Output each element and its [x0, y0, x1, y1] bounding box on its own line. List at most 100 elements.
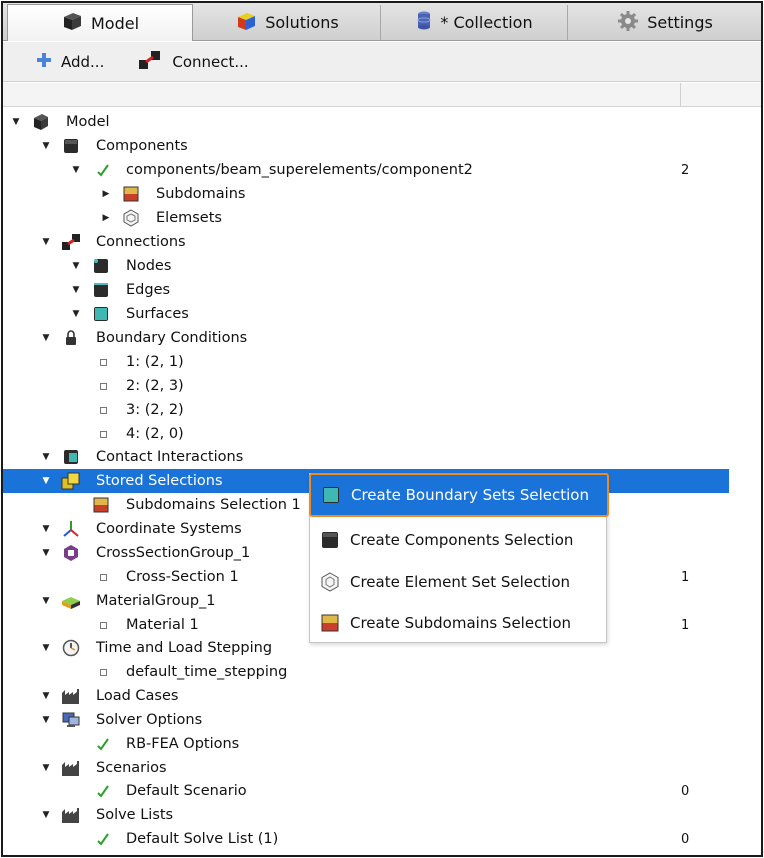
chevron-down-icon[interactable]: ▼	[41, 763, 51, 773]
chevron-down-icon[interactable]: ▼	[71, 165, 81, 175]
subdomain-cube-icon	[320, 613, 340, 633]
tab-collection[interactable]: * Collection	[382, 5, 568, 40]
checkmark-doc-icon	[93, 734, 113, 754]
chevron-down-icon[interactable]: ▼	[11, 117, 21, 127]
tab-label: Model	[90, 13, 140, 33]
chevron-down-icon[interactable]: ▼	[41, 810, 51, 820]
chevron-down-icon[interactable]: ▼	[41, 524, 51, 534]
tree-row-label: Boundary Conditions	[96, 330, 248, 346]
connect-icon	[61, 232, 81, 252]
tree-row-label: CrossSectionGroup_1	[96, 545, 251, 561]
cross-section-icon	[61, 543, 81, 563]
tab-bar: Model Solutions * Collection Settings	[3, 3, 761, 41]
tab-label: Solutions	[265, 13, 339, 32]
tree-row-label: Nodes	[126, 258, 172, 274]
tree-row-scenarios[interactable]: ▼ Scenarios	[3, 756, 761, 780]
tree-row-bc-3[interactable]: 3: (2, 2)	[3, 398, 761, 422]
tree-row-label: Solve Lists	[96, 807, 174, 823]
tree-row-value: 1	[681, 569, 690, 585]
menu-item-label: Create Boundary Sets Selection	[351, 486, 589, 504]
tree-row-label: 3: (2, 2)	[126, 402, 184, 418]
subdomain-cube-icon	[91, 495, 111, 515]
chevron-right-icon[interactable]: ▶	[101, 213, 111, 223]
clock-icon	[61, 638, 81, 658]
tree-row-boundary-conditions[interactable]: ▼ Boundary Conditions	[3, 326, 761, 350]
chevron-down-icon[interactable]: ▼	[41, 643, 51, 653]
plus-icon	[37, 52, 51, 71]
tree-row-components[interactable]: ▼ Components	[3, 134, 761, 158]
tree-row-label: Cross-Section 1	[126, 569, 239, 585]
tree-row-bc-2[interactable]: 2: (2, 3)	[3, 374, 761, 398]
connect-button-label: Connect...	[172, 52, 249, 71]
tree-row-elemsets[interactable]: ▶ Elemsets	[3, 206, 761, 230]
menu-item-create-subdomains-selection[interactable]: Create Subdomains Selection	[310, 603, 606, 643]
tree-row-model[interactable]: ▼ Model	[3, 110, 761, 134]
checkmark-doc-icon	[93, 829, 113, 849]
checkmark-doc-icon	[93, 781, 113, 801]
add-button[interactable]: Add...	[37, 52, 104, 71]
tree-row-solver-options[interactable]: ▼ Solver Options	[3, 708, 761, 732]
app-window: Model Solutions * Collection Settings Ad…	[1, 1, 763, 857]
chevron-down-icon[interactable]: ▼	[41, 476, 51, 486]
menu-item-label: Create Element Set Selection	[350, 573, 571, 591]
tree-row-default-solve-list[interactable]: Default Solve List (1) 0	[3, 827, 761, 851]
header-separator	[680, 83, 681, 107]
menu-item-create-components-selection[interactable]: Create Components Selection	[310, 520, 606, 560]
tree-row-surfaces[interactable]: ▼ Surfaces	[3, 302, 761, 326]
tab-solutions[interactable]: Solutions	[194, 5, 381, 40]
tab-label: Settings	[647, 13, 713, 32]
chevron-down-icon[interactable]: ▼	[41, 333, 51, 343]
tree-row-component2[interactable]: ▼ components/beam_superelements/componen…	[3, 158, 761, 182]
chevron-down-icon[interactable]: ▼	[41, 548, 51, 558]
context-menu: Create Boundary Sets Selection Create Co…	[309, 473, 609, 643]
tree-row-default-scenario[interactable]: Default Scenario 0	[3, 779, 761, 803]
collection-database-icon	[416, 10, 432, 36]
chevron-down-icon[interactable]: ▼	[71, 285, 81, 295]
settings-gear-icon	[617, 10, 639, 36]
chevron-down-icon[interactable]: ▼	[41, 141, 51, 151]
tree-row-default-time-stepping[interactable]: default_time_stepping	[3, 660, 761, 684]
tree-row-subdomains[interactable]: ▶ Subdomains	[3, 182, 761, 206]
tree-row-edges[interactable]: ▼ Edges	[3, 278, 761, 302]
menu-item-label: Create Components Selection	[350, 531, 574, 549]
chevron-right-icon[interactable]: ▶	[101, 189, 111, 199]
tab-settings[interactable]: Settings	[569, 5, 761, 40]
tree-row-contact-interactions[interactable]: ▼ Contact Interactions	[3, 445, 761, 469]
tree-row-label: Coordinate Systems	[96, 521, 242, 537]
tree-row-bc-1[interactable]: 1: (2, 1)	[3, 350, 761, 374]
tree-row-solve-lists[interactable]: ▼ Solve Lists	[3, 803, 761, 827]
model-cube-icon	[31, 112, 51, 132]
tree-row-bc-4[interactable]: 4: (2, 0)	[3, 422, 761, 446]
chevron-down-icon[interactable]: ▼	[41, 452, 51, 462]
connect-button[interactable]: Connect...	[138, 50, 249, 74]
tree-row-rb-fea-options[interactable]: RB-FEA Options	[3, 732, 761, 756]
chevron-down-icon[interactable]: ▼	[41, 237, 51, 247]
connect-icon	[138, 50, 162, 74]
tree-row-connections[interactable]: ▼ Connections	[3, 230, 761, 254]
tree-row-nodes[interactable]: ▼ Nodes	[3, 254, 761, 278]
tree-row-label: Subdomains Selection 1	[126, 497, 301, 513]
menu-item-create-element-set-selection[interactable]: Create Element Set Selection	[310, 562, 606, 602]
elemset-hexagon-icon	[121, 208, 141, 228]
boundary-cube-icon	[321, 485, 341, 505]
tree-row-label: components/beam_superelements/component2	[126, 162, 473, 178]
chevron-down-icon[interactable]: ▼	[71, 309, 81, 319]
factory-icon	[61, 686, 81, 706]
tree-row-label: MaterialGroup_1	[96, 593, 216, 609]
leaf-node-icon	[93, 400, 113, 420]
tab-model[interactable]: Model	[7, 4, 193, 41]
tree-row-label: Contact Interactions	[96, 449, 244, 465]
tree-row-label: 4: (2, 0)	[126, 426, 184, 442]
tree-row-label: Stored Selections	[96, 473, 223, 489]
tree-row-label: Solver Options	[96, 712, 203, 728]
tree-row-load-cases[interactable]: ▼ Load Cases	[3, 684, 761, 708]
tree-row-label: Subdomains	[156, 186, 246, 202]
chevron-down-icon[interactable]: ▼	[41, 715, 51, 725]
tree-row-value: 0	[681, 783, 690, 799]
chevron-down-icon[interactable]: ▼	[71, 261, 81, 271]
menu-item-create-boundary-sets-selection[interactable]: Create Boundary Sets Selection	[309, 473, 609, 517]
material-icon	[61, 591, 81, 611]
leaf-node-icon	[93, 567, 113, 587]
chevron-down-icon[interactable]: ▼	[41, 596, 51, 606]
chevron-down-icon[interactable]: ▼	[41, 691, 51, 701]
